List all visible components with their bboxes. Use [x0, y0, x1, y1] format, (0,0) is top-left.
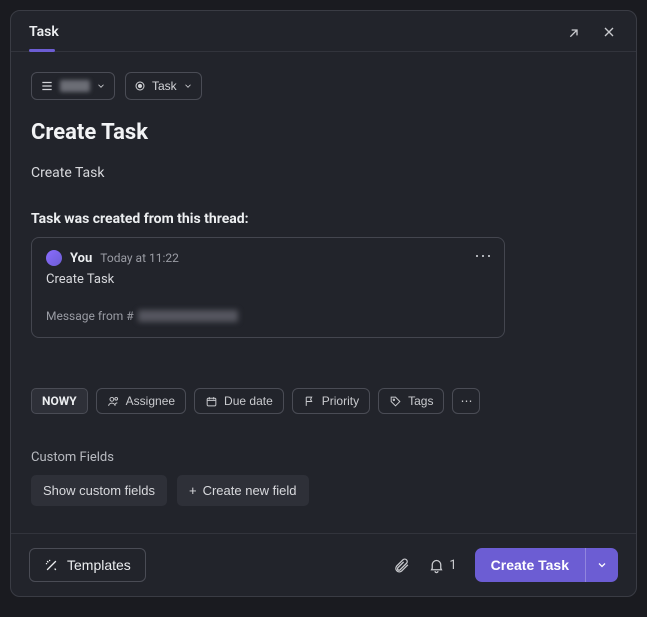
- tags-button[interactable]: Tags: [378, 388, 444, 414]
- more-meta-button[interactable]: ⋯: [452, 388, 480, 414]
- meta-row: NOWY Assignee Due date Priority Tags ⋯: [31, 388, 616, 414]
- status-badge[interactable]: NOWY: [31, 388, 88, 414]
- dialog-footer: Templates 1 Create Task: [11, 533, 636, 596]
- calendar-icon: [205, 395, 218, 408]
- tag-icon: [389, 395, 402, 408]
- templates-label: Templates: [67, 557, 131, 573]
- assignee-icon: [107, 395, 120, 408]
- create-task-dropdown[interactable]: [585, 548, 618, 582]
- chevron-down-icon: [183, 81, 193, 91]
- record-icon: [134, 80, 146, 92]
- dialog-header: Task: [11, 11, 636, 52]
- thread-section-label: Task was created from this thread:: [31, 211, 616, 227]
- thread-source-prefix: Message from #: [46, 309, 134, 323]
- thread-card: ⋯ You Today at 11:22 Create Task Message…: [31, 237, 505, 338]
- chevron-down-icon: [596, 559, 608, 571]
- thread-header: You Today at 11:22: [46, 250, 490, 266]
- thread-author: You: [70, 251, 92, 266]
- create-new-field-button[interactable]: + Create new field: [177, 475, 309, 506]
- assignee-label: Assignee: [126, 394, 175, 408]
- duedate-label: Due date: [224, 394, 273, 408]
- task-dialog: Task Task Create Task Create Task: [10, 10, 637, 597]
- create-task-group: Create Task: [475, 548, 618, 582]
- type-selector[interactable]: Task: [125, 72, 202, 100]
- duedate-button[interactable]: Due date: [194, 388, 284, 414]
- task-title[interactable]: Create Task: [31, 120, 616, 145]
- notification-count: 1: [449, 558, 456, 573]
- dialog-body: Task Create Task Create Task Task was cr…: [11, 52, 636, 533]
- thread-channel-redacted: [138, 310, 238, 322]
- create-field-label: Create new field: [203, 483, 297, 498]
- avatar: [46, 250, 62, 266]
- type-label: Task: [152, 79, 177, 93]
- paperclip-icon: [393, 557, 410, 574]
- notification-button[interactable]: 1: [428, 557, 456, 574]
- assignee-button[interactable]: Assignee: [96, 388, 186, 414]
- minimize-icon[interactable]: [566, 23, 584, 41]
- thread-body: Create Task: [46, 272, 490, 287]
- tags-label: Tags: [408, 394, 433, 408]
- dialog-title: Task: [29, 24, 59, 40]
- toolbar: Task: [31, 72, 616, 100]
- thread-more-icon[interactable]: ⋯: [474, 248, 492, 266]
- bell-icon: [428, 557, 445, 574]
- list-icon: [40, 79, 54, 93]
- thread-source: Message from #: [46, 309, 490, 323]
- priority-label: Priority: [322, 394, 359, 408]
- templates-button[interactable]: Templates: [29, 548, 146, 582]
- flag-icon: [303, 395, 316, 408]
- custom-fields-label: Custom Fields: [31, 450, 616, 465]
- header-actions: [566, 23, 618, 41]
- wand-icon: [44, 558, 59, 573]
- chevron-down-icon: [96, 81, 106, 91]
- priority-button[interactable]: Priority: [292, 388, 370, 414]
- list-selector[interactable]: [31, 72, 115, 100]
- show-custom-fields-button[interactable]: Show custom fields: [31, 475, 167, 506]
- close-icon[interactable]: [600, 23, 618, 41]
- task-description[interactable]: Create Task: [31, 165, 616, 181]
- list-name-redacted: [60, 80, 90, 92]
- ellipsis-icon: ⋯: [460, 394, 472, 408]
- plus-icon: +: [189, 483, 197, 498]
- thread-timestamp: Today at 11:22: [100, 251, 179, 265]
- custom-fields-row: Show custom fields + Create new field: [31, 475, 616, 506]
- create-task-button[interactable]: Create Task: [475, 548, 585, 582]
- attachment-button[interactable]: [393, 557, 410, 574]
